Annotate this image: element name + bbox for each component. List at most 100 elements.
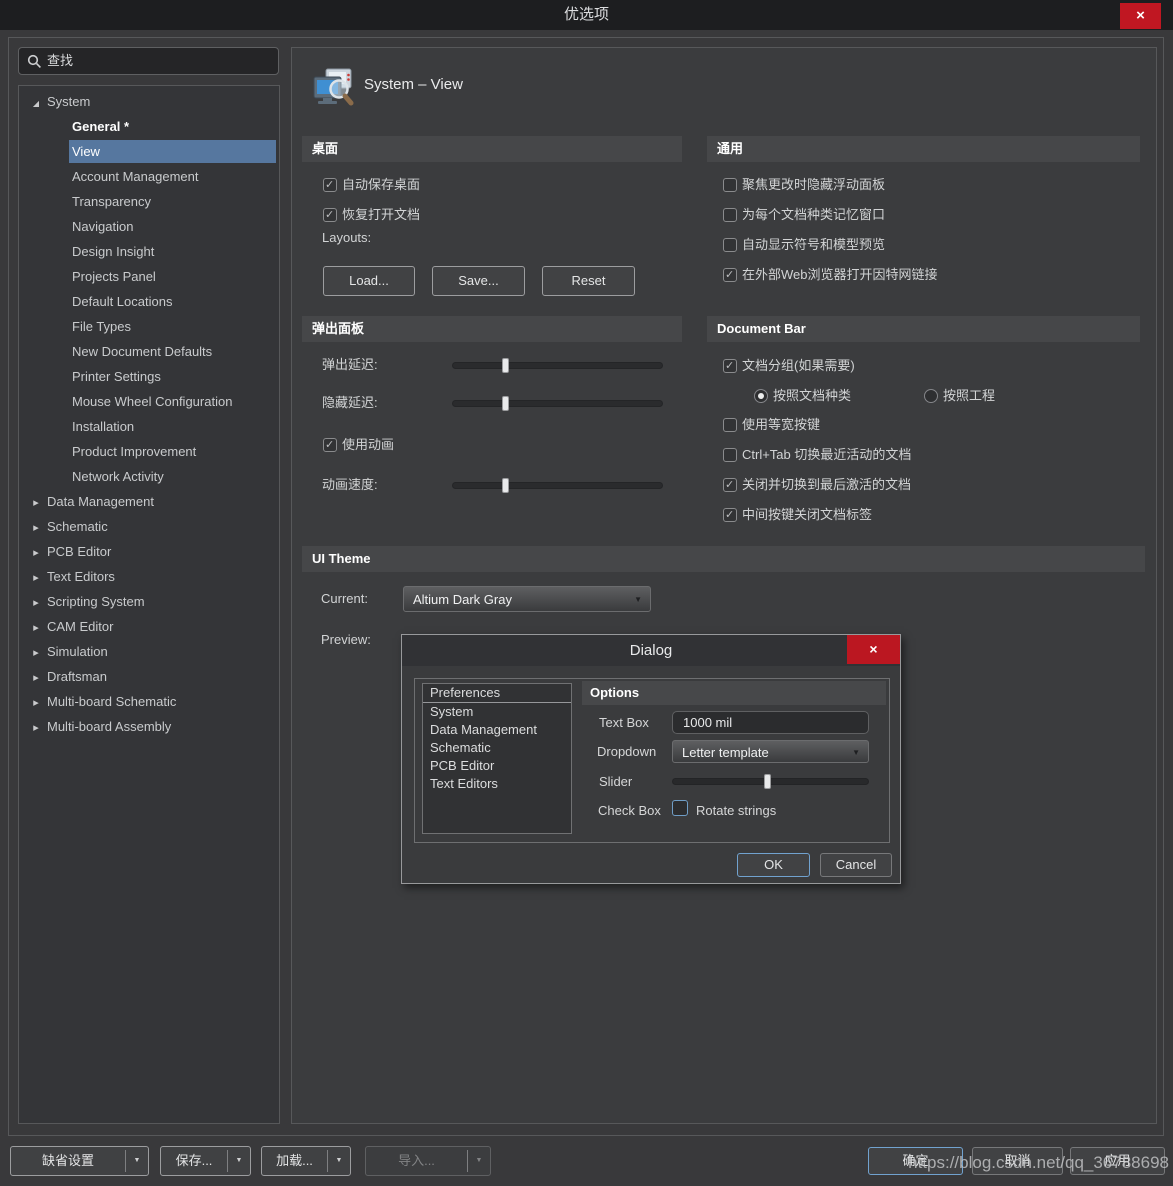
checkbox-label[interactable]: 自动保存桌面 <box>342 172 420 198</box>
checkbox-label[interactable]: 自动显示符号和模型预览 <box>742 232 885 258</box>
sidebar-item-data-management[interactable]: Data Management <box>19 489 277 514</box>
rotate-strings-label[interactable]: Rotate strings <box>696 799 776 822</box>
close-switch-checkbox[interactable] <box>723 478 737 492</box>
collapsed-icon[interactable] <box>29 489 43 516</box>
animation-speed-slider[interactable] <box>452 482 663 489</box>
sidebar-item-system[interactable]: System <box>19 89 277 114</box>
ok-button[interactable]: 确定 <box>868 1147 963 1175</box>
collapsed-icon[interactable] <box>29 539 43 566</box>
sidebar-item-scripting-system[interactable]: Scripting System <box>19 589 277 614</box>
popup-delay-slider[interactable] <box>452 362 663 369</box>
checkbox-label[interactable]: 聚焦更改时隐藏浮动面板 <box>742 172 885 198</box>
expanded-icon[interactable] <box>29 89 43 116</box>
sidebar-item-default-locations[interactable]: Default Locations <box>19 289 277 314</box>
load-button-label[interactable]: 加载... <box>262 1147 327 1175</box>
preview-ok-button[interactable]: OK <box>737 853 810 877</box>
remember-window-checkbox[interactable] <box>723 208 737 222</box>
checkbox-label[interactable]: 文档分组(如果需要) <box>742 353 855 379</box>
radio-label[interactable]: 按照文档种类 <box>773 383 851 409</box>
search-input[interactable]: 查找 <box>18 47 279 75</box>
radio-label[interactable]: 按照工程 <box>943 383 995 409</box>
sidebar-item-view[interactable]: View <box>19 139 277 164</box>
list-item[interactable]: PCB Editor <box>423 757 571 775</box>
sidebar-item-transparency[interactable]: Transparency <box>19 189 277 214</box>
middle-click-close-checkbox[interactable] <box>723 508 737 522</box>
checkbox-label[interactable]: 使用等宽按键 <box>742 412 820 438</box>
sidebar-item-multi-board-assembly[interactable]: Multi-board Assembly <box>19 714 277 739</box>
group-documents-checkbox[interactable] <box>723 359 737 373</box>
hide-delay-slider[interactable] <box>452 400 663 407</box>
sidebar-item-projects-panel[interactable]: Projects Panel <box>19 264 277 289</box>
preview-cancel-button[interactable]: Cancel <box>820 853 892 877</box>
checkbox-label[interactable]: 中间按键关闭文档标签 <box>742 502 872 528</box>
slider-thumb[interactable] <box>502 358 509 373</box>
collapsed-icon[interactable] <box>29 639 43 666</box>
sidebar-item-installation[interactable]: Installation <box>19 414 277 439</box>
list-item[interactable]: Text Editors <box>423 775 571 793</box>
use-animation-checkbox[interactable] <box>323 438 337 452</box>
sidebar-item-network-activity[interactable]: Network Activity <box>19 464 277 489</box>
sidebar-item-navigation[interactable]: Navigation <box>19 214 277 239</box>
collapsed-icon[interactable] <box>29 589 43 616</box>
collapsed-icon[interactable] <box>29 614 43 641</box>
sidebar-item-simulation[interactable]: Simulation <box>19 639 277 664</box>
equal-width-buttons-checkbox[interactable] <box>723 418 737 432</box>
preview-textbox-input[interactable]: 1000 mil <box>672 711 869 734</box>
sidebar-item-new-document-defaults[interactable]: New Document Defaults <box>19 339 277 364</box>
sidebar-item-mouse-wheel-configuration[interactable]: Mouse Wheel Configuration <box>19 389 277 414</box>
load-split-button[interactable]: 加载... ▼ <box>261 1146 351 1176</box>
list-item[interactable]: Preferences <box>423 684 571 703</box>
collapsed-icon[interactable] <box>29 689 43 716</box>
sidebar-item-schematic[interactable]: Schematic <box>19 514 277 539</box>
checkbox-label[interactable]: 在外部Web浏览器打开因特网链接 <box>742 262 938 288</box>
checkbox-label[interactable]: Ctrl+Tab 切换最近活动的文档 <box>742 442 911 468</box>
collapsed-icon[interactable] <box>29 664 43 691</box>
slider-thumb[interactable] <box>502 396 509 411</box>
layout-reset-button[interactable]: Reset <box>542 266 635 296</box>
group-by-project-radio[interactable] <box>924 389 938 403</box>
save-button-label[interactable]: 保存... <box>161 1147 227 1175</box>
list-item[interactable]: System <box>423 703 571 721</box>
autosave-desktop-checkbox[interactable] <box>323 178 337 192</box>
sidebar-item-cam-editor[interactable]: CAM Editor <box>19 614 277 639</box>
theme-dropdown[interactable]: Altium Dark Gray ▼ <box>403 586 651 612</box>
checkbox-label[interactable]: 关闭并切换到最后激活的文档 <box>742 472 911 498</box>
checkbox-label[interactable]: 为每个文档种类记忆窗口 <box>742 202 885 228</box>
chevron-down-icon[interactable]: ▼ <box>328 1147 350 1175</box>
group-by-kind-radio[interactable] <box>754 389 768 403</box>
sidebar-item-printer-settings[interactable]: Printer Settings <box>19 364 277 389</box>
layout-save-button[interactable]: Save... <box>432 266 525 296</box>
cancel-button[interactable]: 取消 <box>972 1147 1063 1175</box>
sidebar-item-design-insight[interactable]: Design Insight <box>19 239 277 264</box>
defaults-button-label[interactable]: 缺省设置 <box>11 1147 125 1175</box>
sidebar-item-multi-board-schematic[interactable]: Multi-board Schematic <box>19 689 277 714</box>
apply-button[interactable]: 应用 <box>1070 1147 1165 1175</box>
preview-close-button[interactable]: × <box>847 635 900 664</box>
sidebar-item-account-management[interactable]: Account Management <box>19 164 277 189</box>
sidebar-item-product-improvement[interactable]: Product Improvement <box>19 439 277 464</box>
sidebar-item-file-types[interactable]: File Types <box>19 314 277 339</box>
sidebar-item-pcb-editor[interactable]: PCB Editor <box>19 539 277 564</box>
preview-dropdown[interactable]: Letter template ▼ <box>672 740 869 763</box>
auto-preview-checkbox[interactable] <box>723 238 737 252</box>
checkbox-label[interactable]: 使用动画 <box>342 432 394 458</box>
preview-slider[interactable] <box>672 778 869 785</box>
list-item[interactable]: Data Management <box>423 721 571 739</box>
defaults-split-button[interactable]: 缺省设置 ▼ <box>10 1146 149 1176</box>
slider-thumb[interactable] <box>502 478 509 493</box>
ctrl-tab-checkbox[interactable] <box>723 448 737 462</box>
collapsed-icon[interactable] <box>29 564 43 591</box>
sidebar-item-draftsman[interactable]: Draftsman <box>19 664 277 689</box>
save-split-button[interactable]: 保存... ▼ <box>160 1146 251 1176</box>
layout-load-button[interactable]: Load... <box>323 266 415 296</box>
sidebar-item-text-editors[interactable]: Text Editors <box>19 564 277 589</box>
window-close-button[interactable]: × <box>1120 3 1161 29</box>
chevron-down-icon[interactable]: ▼ <box>126 1147 148 1175</box>
collapsed-icon[interactable] <box>29 514 43 541</box>
external-web-checkbox[interactable] <box>723 268 737 282</box>
collapsed-icon[interactable] <box>29 714 43 741</box>
hide-floating-panels-checkbox[interactable] <box>723 178 737 192</box>
list-item[interactable]: Schematic <box>423 739 571 757</box>
slider-thumb[interactable] <box>764 774 771 789</box>
chevron-down-icon[interactable]: ▼ <box>228 1147 250 1175</box>
